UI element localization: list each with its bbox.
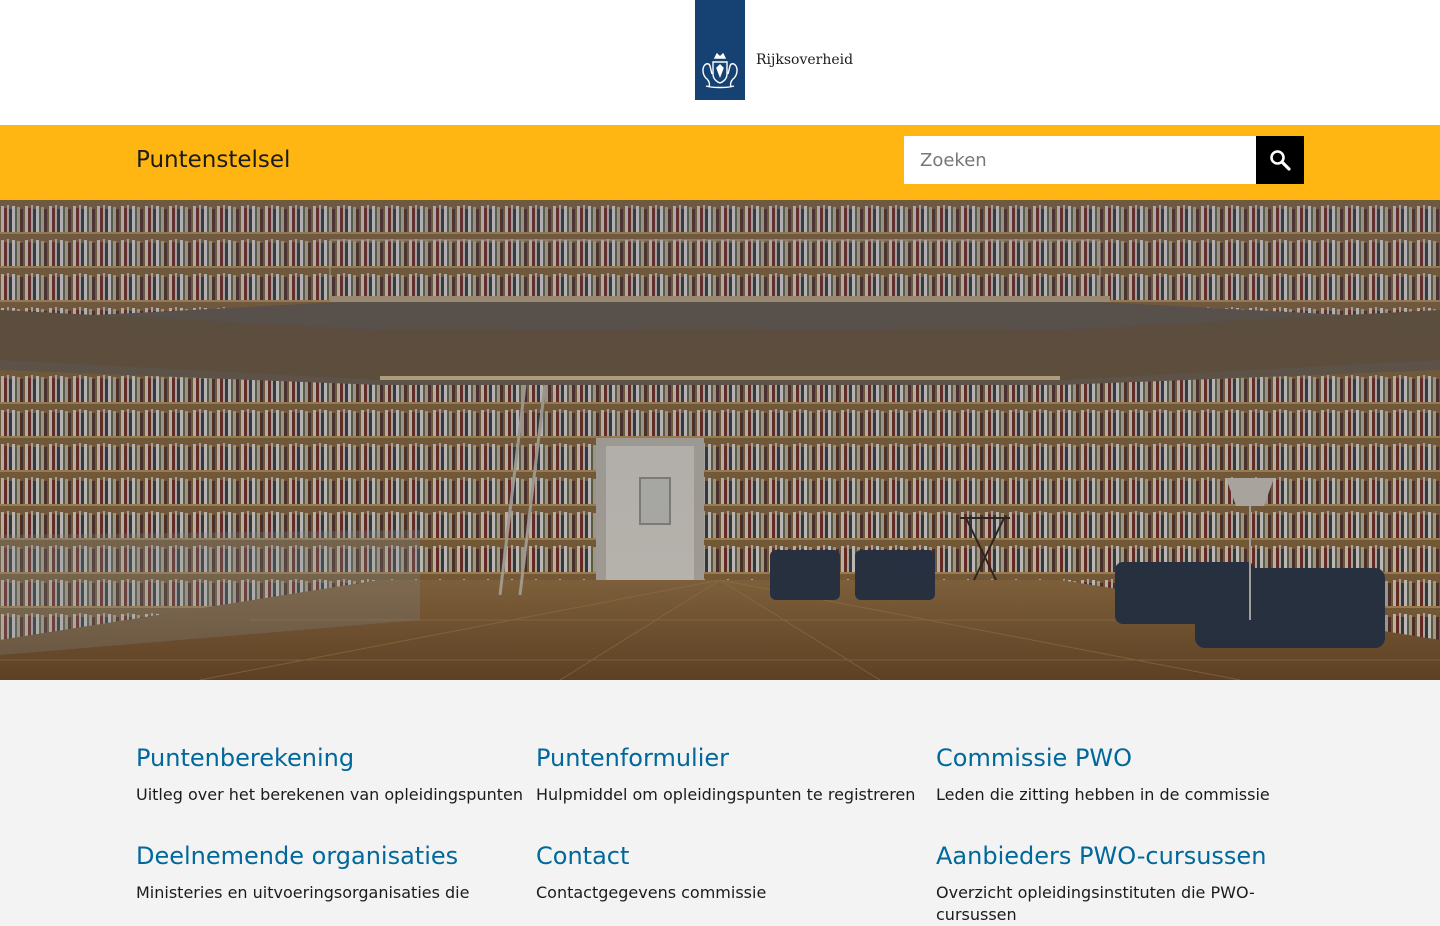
search-input[interactable] xyxy=(904,136,1256,184)
card-title-link[interactable]: Deelnemende organisaties xyxy=(136,840,536,872)
card-description: Overzicht opleidingsinstituten die PWO-c… xyxy=(936,883,1255,924)
card-description: Hulpmiddel om opleidingspunten te regist… xyxy=(536,785,916,804)
card-title-link[interactable]: Aanbieders PWO-cursussen xyxy=(936,840,1304,872)
topic-cards: Puntenberekening Uitleg over het bereken… xyxy=(136,742,1304,926)
search-button[interactable] xyxy=(1256,136,1304,184)
card-title-link[interactable]: Commissie PWO xyxy=(936,742,1304,774)
card-contact: Contact Contactgegevens commissie xyxy=(536,840,936,926)
card-deelnemende-organisaties: Deelnemende organisaties Ministeries en … xyxy=(136,840,536,926)
hero-image xyxy=(0,200,1440,680)
logo-bar: Rijksoverheid xyxy=(0,0,1440,125)
card-title-link[interactable]: Puntenberekening xyxy=(136,742,536,774)
card-description: Leden die zitting hebben in de commissie xyxy=(936,785,1270,804)
card-description: Uitleg over het berekenen van opleidings… xyxy=(136,785,523,804)
site-title[interactable]: Puntenstelsel xyxy=(136,147,290,173)
logo-text: Rijksoverheid xyxy=(756,52,854,68)
site-header: Puntenstelsel xyxy=(0,125,1440,200)
search-icon xyxy=(1270,150,1291,171)
coat-of-arms-icon xyxy=(695,0,745,100)
card-aanbieders-pwo-cursussen: Aanbieders PWO-cursussen Overzicht oplei… xyxy=(936,840,1304,926)
card-puntenberekening: Puntenberekening Uitleg over het bereken… xyxy=(136,742,536,806)
card-description: Contactgegevens commissie xyxy=(536,883,767,902)
card-description: Ministeries en uitvoeringsorganisaties d… xyxy=(136,883,470,902)
rijksoverheid-logo-link[interactable]: Rijksoverheid xyxy=(695,0,853,100)
card-title-link[interactable]: Contact xyxy=(536,840,936,872)
card-puntenformulier: Puntenformulier Hulpmiddel om opleidings… xyxy=(536,742,936,806)
card-title-link[interactable]: Puntenformulier xyxy=(536,742,936,774)
card-commissie-pwo: Commissie PWO Leden die zitting hebben i… xyxy=(936,742,1304,806)
